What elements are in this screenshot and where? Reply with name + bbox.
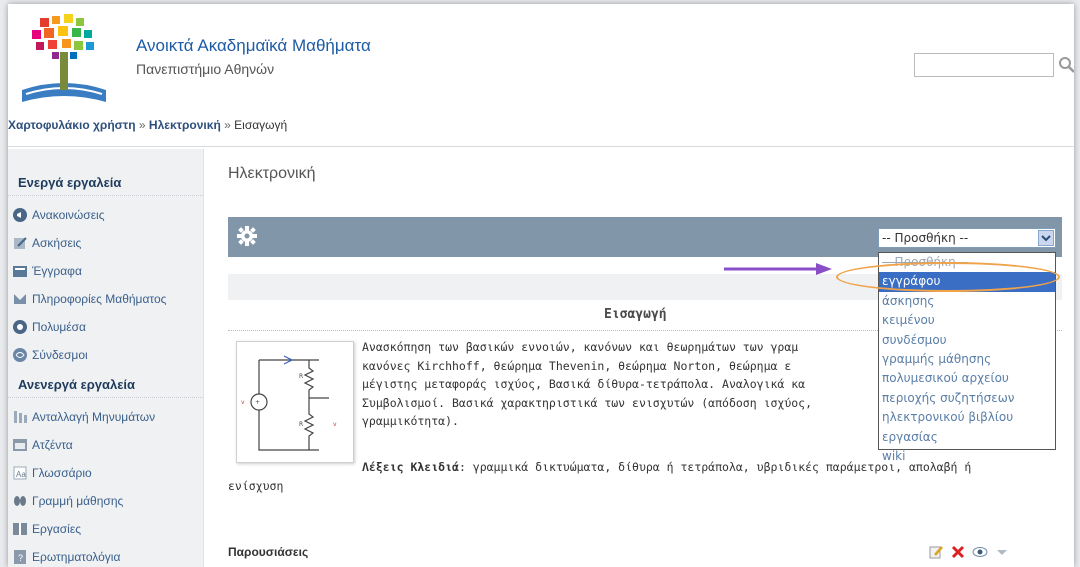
site-title[interactable]: Ανοικτά Ακαδημαϊκά Μαθήματα bbox=[136, 36, 371, 56]
sidebar-item-course-info[interactable]: Πληροφορίες Μαθήματος bbox=[12, 289, 166, 309]
circuit-thumbnail: + v R R v bbox=[236, 341, 354, 463]
logo-icon bbox=[22, 14, 106, 102]
sidebar-heading-inactive: Ανενεργά εργαλεία bbox=[18, 377, 136, 392]
sidebar-item-label: Ανταλλαγή Μηνυμάτων bbox=[32, 410, 156, 424]
dropdown-option[interactable]: άσκησης bbox=[879, 292, 1055, 311]
search-icon[interactable] bbox=[1058, 56, 1074, 74]
dropdown-option[interactable]: wiki bbox=[879, 447, 1055, 466]
sidebar-item-label: Έγγραφα bbox=[32, 264, 82, 278]
breadcrumb-course[interactable]: Ηλεκτρονική bbox=[149, 118, 221, 132]
divider bbox=[8, 146, 1074, 147]
breadcrumb-portfolio[interactable]: Χαρτοφυλάκιο χρήστη bbox=[8, 118, 136, 132]
sidebar-heading-active: Ενεργά εργαλεία bbox=[18, 175, 122, 190]
breadcrumb: Χαρτοφυλάκιο χρήστη » Ηλεκτρονική » Εισα… bbox=[8, 118, 287, 132]
sidebar-item-agenda[interactable]: Ατζέντα bbox=[12, 435, 73, 455]
questionnaire-icon: ? bbox=[14, 550, 26, 564]
svg-text:?: ? bbox=[18, 553, 23, 563]
keywords-continued: ενίσχυση bbox=[228, 479, 284, 493]
dropdown-option[interactable]: γραμμής μάθησης bbox=[879, 350, 1055, 369]
sidebar-item-glossary[interactable]: Aa Γλωσσάριο bbox=[12, 463, 92, 483]
svg-text:Aa: Aa bbox=[16, 470, 26, 479]
select-value: -- Προσθήκη -- bbox=[882, 231, 969, 245]
chevron-down-icon[interactable] bbox=[1038, 230, 1054, 246]
description-line: κανόνες Kirchhoff, θεώρημα Thevenin, θεώ… bbox=[362, 358, 792, 373]
keywords-label: Λέξεις Κλειδιά bbox=[362, 460, 459, 474]
info-icon bbox=[14, 294, 26, 304]
announcement-icon bbox=[13, 208, 27, 222]
sidebar-item-label: Ερωτηματολόγια bbox=[32, 550, 121, 564]
edit-icon[interactable] bbox=[928, 544, 944, 560]
visibility-icon[interactable] bbox=[972, 544, 988, 560]
sidebar-item-label: Γλωσσάριο bbox=[32, 466, 92, 480]
site-subtitle: Πανεπιστήμιο Αθηνών bbox=[136, 61, 275, 77]
search-input[interactable] bbox=[914, 53, 1054, 77]
sidebar-item-questionnaires[interactable]: ? Ερωτηματολόγια bbox=[12, 547, 120, 567]
sidebar-item-label: Εργασίες bbox=[32, 522, 81, 536]
sidebar-item-documents[interactable]: Έγγραφα bbox=[12, 261, 82, 281]
links-icon bbox=[13, 348, 27, 362]
dropdown-option[interactable]: ηλεκτρονικού βιβλίου bbox=[879, 408, 1055, 427]
breadcrumb-separator: » bbox=[138, 118, 146, 132]
sidebar-item-learning-path[interactable]: Γραμμή μάθησης bbox=[12, 491, 123, 511]
description-line: Ανασκόπηση των βασικών εννοιών, κανόνων … bbox=[362, 340, 799, 354]
annotation-arrow-icon bbox=[724, 263, 832, 275]
sidebar-item-messages[interactable]: Ανταλλαγή Μηνυμάτων bbox=[12, 407, 155, 427]
course-toolbar: -- Προσθήκη -- bbox=[228, 217, 1062, 257]
svg-text:R: R bbox=[299, 421, 303, 428]
header: Ανοικτά Ακαδημαϊκά Μαθήματα Πανεπιστήμιο… bbox=[8, 4, 1074, 110]
description-line: γραμμικότητα). bbox=[362, 414, 459, 428]
svg-text:+: + bbox=[255, 399, 260, 406]
sidebar-item-exercises[interactable]: Ασκήσεις bbox=[12, 233, 81, 253]
presentations-heading: Παρουσιάσεις bbox=[228, 545, 309, 559]
breadcrumb-separator: » bbox=[224, 118, 231, 132]
circuit-diagram-icon: + v R R v bbox=[241, 355, 337, 451]
sidebar-item-label: Πληροφορίες Μαθήματος bbox=[32, 292, 167, 306]
sidebar-item-label: Ανακοινώσεις bbox=[32, 208, 105, 222]
divider bbox=[8, 195, 203, 197]
section-title: Εισαγωγή bbox=[604, 307, 667, 322]
dropdown-option[interactable]: πολυμεσικού αρχείου bbox=[879, 369, 1055, 388]
svg-text:v: v bbox=[333, 421, 337, 428]
sidebar-item-label: Γραμμή μάθησης bbox=[32, 494, 124, 508]
sidebar-item-label: Ασκήσεις bbox=[32, 236, 82, 250]
glossary-icon: Aa bbox=[13, 466, 27, 480]
annotation-highlight bbox=[836, 262, 1060, 292]
chevron-down-icon[interactable] bbox=[994, 544, 1010, 560]
page-frame: Ανοικτά Ακαδημαϊκά Μαθήματα Πανεπιστήμιο… bbox=[8, 4, 1074, 567]
sidebar-item-label: Ατζέντα bbox=[32, 438, 73, 452]
page-title: Ηλεκτρονική bbox=[228, 165, 316, 182]
dropdown-option[interactable]: συνδέσμου bbox=[879, 331, 1055, 350]
divider bbox=[8, 397, 203, 399]
breadcrumb-current: Εισαγωγή bbox=[234, 118, 288, 132]
multimedia-icon bbox=[13, 320, 27, 334]
svg-text:R: R bbox=[299, 373, 303, 380]
description-line: Συμβολισμοί. Βασικά χαρακτηριστικά των ε… bbox=[362, 395, 813, 410]
assignments-icon bbox=[13, 523, 27, 535]
gear-icon[interactable] bbox=[236, 225, 258, 247]
documents-icon bbox=[13, 266, 27, 277]
description-line: μέγιστης μεταφοράς ισχύος, Βασικά δίθυρα… bbox=[362, 377, 806, 391]
sidebar-item-announcements[interactable]: Ανακοινώσεις bbox=[12, 205, 105, 225]
svg-text:v: v bbox=[241, 399, 245, 406]
dropdown-option[interactable]: περιοχής συζητήσεων bbox=[879, 389, 1055, 408]
exercise-icon bbox=[14, 237, 27, 249]
learning-path-icon bbox=[14, 496, 26, 506]
add-resource-select[interactable]: -- Προσθήκη -- bbox=[878, 228, 1056, 248]
sidebar-item-links[interactable]: Σύνδεσμοι bbox=[12, 345, 88, 365]
sidebar-item-label: Σύνδεσμοι bbox=[32, 348, 88, 362]
sidebar-item-assignments[interactable]: Εργασίες bbox=[12, 519, 81, 539]
delete-icon[interactable] bbox=[950, 544, 966, 560]
course-description: Ανασκόπηση των βασικών εννοιών, κανόνων … bbox=[362, 338, 882, 431]
sidebar-item-label: Πολυμέσα bbox=[32, 320, 86, 334]
sidebar: Ενεργά εργαλεία Ανακοινώσεις Ασκήσεις Έγ… bbox=[8, 149, 204, 567]
dropdown-option[interactable]: εργασίας bbox=[879, 428, 1055, 447]
messages-icon bbox=[14, 411, 27, 423]
section-actions bbox=[928, 544, 1010, 560]
sidebar-item-multimedia[interactable]: Πολυμέσα bbox=[12, 317, 86, 337]
dropdown-option[interactable]: κειμένου bbox=[879, 311, 1055, 330]
agenda-icon bbox=[13, 439, 27, 451]
